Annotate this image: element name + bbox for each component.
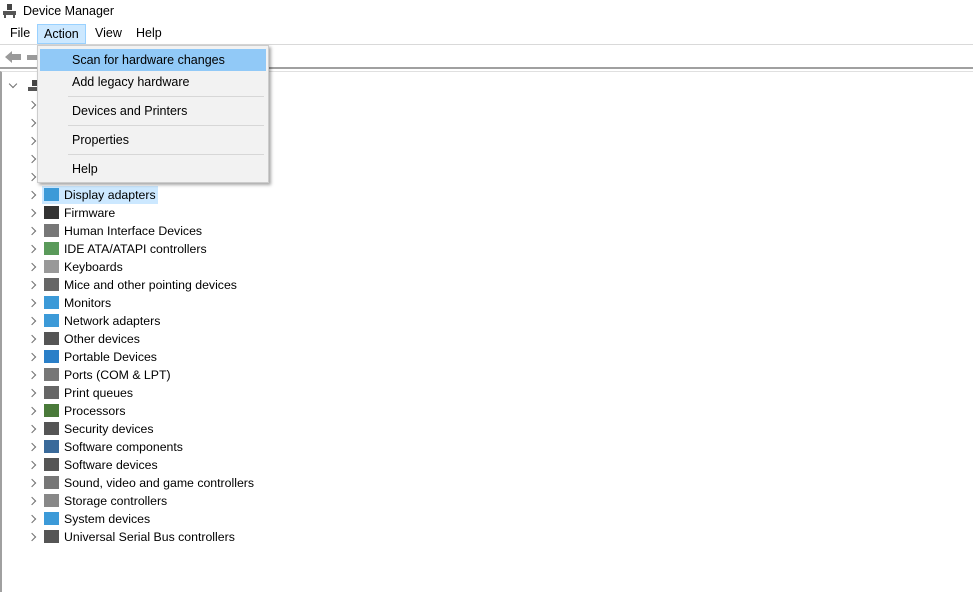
tree-item-label: Sound, video and game controllers [64, 476, 255, 490]
menu-item-help[interactable]: Help [40, 158, 266, 180]
tree-item-label: Portable Devices [64, 350, 157, 364]
tree-item[interactable]: IDE ATA/ATAPI controllers [2, 240, 302, 258]
menu-view[interactable]: View [89, 24, 128, 44]
menu-item-devices-and-printers[interactable]: Devices and Printers [40, 100, 266, 122]
menu-item-add-legacy-hardware[interactable]: Add legacy hardware [40, 71, 266, 93]
tree-item[interactable]: Software components [2, 438, 302, 456]
unknown-device-icon [44, 332, 59, 345]
menu-item-properties[interactable]: Properties [40, 129, 266, 151]
window-title: Device Manager [23, 4, 115, 18]
tree-item[interactable]: Security devices [2, 420, 302, 438]
portable-device-icon [44, 350, 59, 363]
chevron-right-icon[interactable] [27, 190, 37, 200]
chevron-right-icon[interactable] [27, 442, 37, 452]
tree-item[interactable]: Print queues [2, 384, 302, 402]
chevron-right-icon[interactable] [27, 406, 37, 416]
tree-item-label: IDE ATA/ATAPI controllers [64, 242, 207, 256]
chevron-right-icon[interactable] [27, 298, 37, 308]
tree-item-label: Mice and other pointing devices [64, 278, 237, 292]
chevron-right-icon[interactable] [27, 100, 37, 110]
chevron-right-icon[interactable] [27, 514, 37, 524]
tree-item[interactable]: Ports (COM & LPT) [2, 366, 302, 384]
tree-item[interactable]: Display adapters [2, 186, 302, 204]
hid-icon [44, 224, 59, 237]
chevron-right-icon[interactable] [27, 352, 37, 362]
tree-item[interactable]: System devices [2, 510, 302, 528]
chevron-right-icon[interactable] [27, 532, 37, 542]
tree-item[interactable]: Mice and other pointing devices [2, 276, 302, 294]
chevron-right-icon[interactable] [27, 496, 37, 506]
tree-item-label: Network adapters [64, 314, 161, 328]
keyboard-icon [44, 260, 59, 273]
software-device-icon [44, 458, 59, 471]
system-device-icon [44, 512, 59, 525]
chevron-right-icon[interactable] [27, 118, 37, 128]
menu-separator [68, 96, 264, 97]
tree-item[interactable]: Human Interface Devices [2, 222, 302, 240]
menu-item-scan-for-hardware-changes[interactable]: Scan for hardware changes [40, 49, 266, 71]
chevron-right-icon[interactable] [27, 280, 37, 290]
tree-item-label: Human Interface Devices [64, 224, 203, 238]
tree-item[interactable]: Sound, video and game controllers [2, 474, 302, 492]
tree-item-label: Software components [64, 440, 183, 454]
chevron-right-icon[interactable] [27, 424, 37, 434]
tree-item[interactable]: Processors [2, 402, 302, 420]
action-menu: Scan for hardware changes Add legacy har… [37, 45, 269, 183]
tree-item[interactable]: Other devices [2, 330, 302, 348]
security-device-icon [44, 422, 59, 435]
chevron-right-icon[interactable] [27, 478, 37, 488]
tree-item[interactable]: Software devices [2, 456, 302, 474]
tree-item-label: Ports (COM & LPT) [64, 368, 171, 382]
processor-icon [44, 404, 59, 417]
chevron-right-icon[interactable] [27, 136, 37, 146]
chevron-right-icon[interactable] [27, 208, 37, 218]
tree-item[interactable]: Keyboards [2, 258, 302, 276]
menu-action[interactable]: Action [37, 24, 86, 44]
chevron-right-icon[interactable] [27, 154, 37, 164]
chevron-right-icon[interactable] [27, 226, 37, 236]
tree-item[interactable]: Monitors [2, 294, 302, 312]
network-adapter-icon [44, 314, 59, 327]
menu-separator [68, 125, 264, 126]
display-adapter-icon [44, 188, 59, 201]
speaker-icon [44, 476, 59, 489]
chevron-right-icon[interactable] [27, 316, 37, 326]
mouse-icon [44, 278, 59, 291]
chevron-right-icon[interactable] [27, 334, 37, 344]
chevron-right-icon[interactable] [27, 262, 37, 272]
tree-item[interactable]: Universal Serial Bus controllers [2, 528, 302, 546]
tree-item-label: Software devices [64, 458, 158, 472]
title-bar: Device Manager [0, 0, 973, 22]
tree-item[interactable]: Firmware [2, 204, 302, 222]
menu-bar: File Action View Help [0, 22, 973, 45]
device-manager-icon [3, 4, 16, 18]
tree-item-label: Security devices [64, 422, 154, 436]
tree-item-label: Display adapters [42, 186, 158, 204]
forward-arrow-icon[interactable] [27, 55, 37, 60]
tree-item[interactable]: Portable Devices [2, 348, 302, 366]
chevron-right-icon[interactable] [27, 460, 37, 470]
chevron-right-icon[interactable] [27, 172, 37, 182]
printer-icon [44, 386, 59, 399]
back-arrow-icon[interactable] [5, 51, 21, 63]
chevron-right-icon[interactable] [27, 370, 37, 380]
chevron-down-icon[interactable] [8, 79, 18, 89]
tree-item[interactable]: Network adapters [2, 312, 302, 330]
chevron-right-icon[interactable] [27, 244, 37, 254]
chip-icon [44, 206, 59, 219]
tree-item[interactable]: Storage controllers [2, 492, 302, 510]
ide-controller-icon [44, 242, 59, 255]
menu-file[interactable]: File [4, 24, 36, 44]
menu-separator [68, 154, 264, 155]
chevron-right-icon[interactable] [27, 388, 37, 398]
tree-item-label: Storage controllers [64, 494, 168, 508]
usb-icon [44, 530, 59, 543]
monitor-icon [44, 296, 59, 309]
software-component-icon [44, 440, 59, 453]
storage-controller-icon [44, 494, 59, 507]
tree-item-label: Universal Serial Bus controllers [64, 530, 235, 544]
menu-help[interactable]: Help [130, 24, 168, 44]
port-icon [44, 368, 59, 381]
